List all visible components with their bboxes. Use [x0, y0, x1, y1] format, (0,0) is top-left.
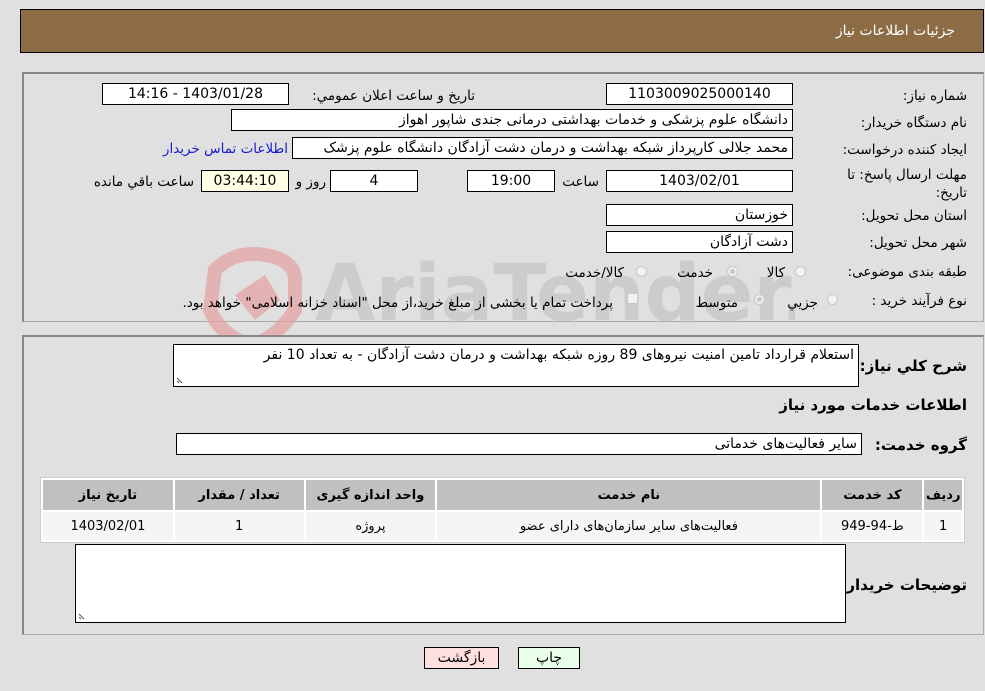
col-unit: واحد اندازه گیری [305, 480, 436, 510]
purchase-type-radio-minor[interactable] [827, 294, 838, 305]
cell-unit: پروژه [305, 512, 436, 540]
description-label: شرح کلي نياز: [859, 357, 967, 375]
category-label: طبقه بندی موضوعی: [847, 264, 967, 280]
treasury-note: پرداخت تمام یا بخشی از مبلغ خرید،از محل … [182, 295, 613, 311]
city-label: شهر محل تحویل: [869, 235, 967, 251]
city-field: دشت آزادگان [606, 231, 793, 253]
remaining-days-field: 4 [330, 170, 418, 192]
treasury-checkbox[interactable] [627, 293, 638, 304]
need-number-label: شماره نیاز: [902, 88, 967, 104]
services-table: ردیف کد خدمت نام خدمت واحد اندازه گیری ت… [40, 477, 965, 543]
cell-row-number: 1 [924, 512, 962, 540]
cell-need-date: 1403/02/01 [43, 512, 173, 540]
category-option-goods: کالا [766, 265, 785, 281]
buyer-contact-link[interactable]: اطلاعات تماس خریدار [163, 141, 288, 157]
need-number-field: 1103009025000140 [606, 83, 793, 105]
buyer-notes-label: توضیحات خریدار: [840, 576, 967, 594]
buyer-notes-textarea[interactable] [75, 544, 846, 623]
category-radio-service[interactable] [727, 266, 738, 277]
cell-quantity: 1 [174, 512, 304, 540]
service-group-label: گروه خدمت: [874, 436, 967, 454]
category-option-goods-service: کالا/خدمت [565, 265, 624, 281]
table-header-row: ردیف کد خدمت نام خدمت واحد اندازه گیری ت… [43, 480, 962, 510]
service-group-field: سایر فعالیت‌های خدماتی [176, 433, 862, 455]
province-field: خوزستان [606, 204, 793, 226]
purchase-type-label: نوع فرآیند خرید : [871, 293, 967, 309]
category-radio-goods-service[interactable] [636, 266, 647, 277]
page-header: جزئیات اطلاعات نیاز [20, 9, 984, 53]
col-need-date: تاریخ نیاز [43, 480, 173, 510]
province-label: استان محل تحویل: [861, 208, 967, 224]
announce-datetime-field: 1403/01/28 - 14:16 [102, 83, 289, 105]
col-quantity: تعداد / مقدار [174, 480, 304, 510]
resize-handle-icon[interactable] [176, 374, 186, 384]
resize-handle-icon[interactable] [78, 610, 88, 620]
buyer-org-label: نام دستگاه خریدار: [860, 115, 967, 131]
requester-field: محمد جلالی کارپرداز شبکه بهداشت و درمان … [292, 137, 793, 159]
deadline-date-field: 1403/02/01 [606, 170, 793, 192]
cell-service-name: فعالیت‌های سایر سازمان‌های دارای عضو [437, 512, 821, 540]
buyer-org-field: دانشگاه علوم پزشکی و خدمات بهداشتی درمان… [231, 109, 793, 131]
purchase-type-option-minor: جزيي [787, 295, 818, 311]
days-label: روز و [295, 174, 326, 190]
page-title: جزئیات اطلاعات نیاز [835, 23, 955, 39]
back-button[interactable]: بازگشت [424, 647, 499, 669]
deadline-time-label: ساعت [562, 174, 599, 190]
remaining-time-label: ساعت باقي مانده [93, 174, 194, 190]
category-option-service: خدمت [677, 265, 713, 281]
deadline-label: مهلت ارسال پاسخ: تا تاریخ: [847, 167, 967, 201]
col-service-name: نام خدمت [437, 480, 821, 510]
description-text: استعلام قرارداد تامین امنیت نیروهای 89 ر… [263, 347, 854, 363]
services-heading: اطلاعات خدمات مورد نياز [779, 396, 967, 414]
purchase-type-radio-medium[interactable] [754, 294, 765, 305]
print-button[interactable]: چاپ [518, 647, 580, 669]
category-radio-goods[interactable] [795, 266, 806, 277]
cell-service-code: ط-94-949 [822, 512, 923, 540]
description-textarea[interactable]: استعلام قرارداد تامین امنیت نیروهای 89 ر… [173, 344, 859, 387]
requester-label: ایجاد کننده درخواست: [842, 142, 967, 158]
deadline-time-field: 19:00 [467, 170, 555, 192]
col-service-code: کد خدمت [822, 480, 923, 510]
remaining-time-field: 03:44:10 [201, 170, 289, 192]
announce-datetime-label: تاریخ و ساعت اعلان عمومي: [312, 88, 475, 104]
col-row-number: ردیف [924, 480, 962, 510]
purchase-type-option-medium: متوسط [695, 295, 738, 311]
table-row: 1 ط-94-949 فعالیت‌های سایر سازمان‌های دا… [43, 512, 962, 540]
